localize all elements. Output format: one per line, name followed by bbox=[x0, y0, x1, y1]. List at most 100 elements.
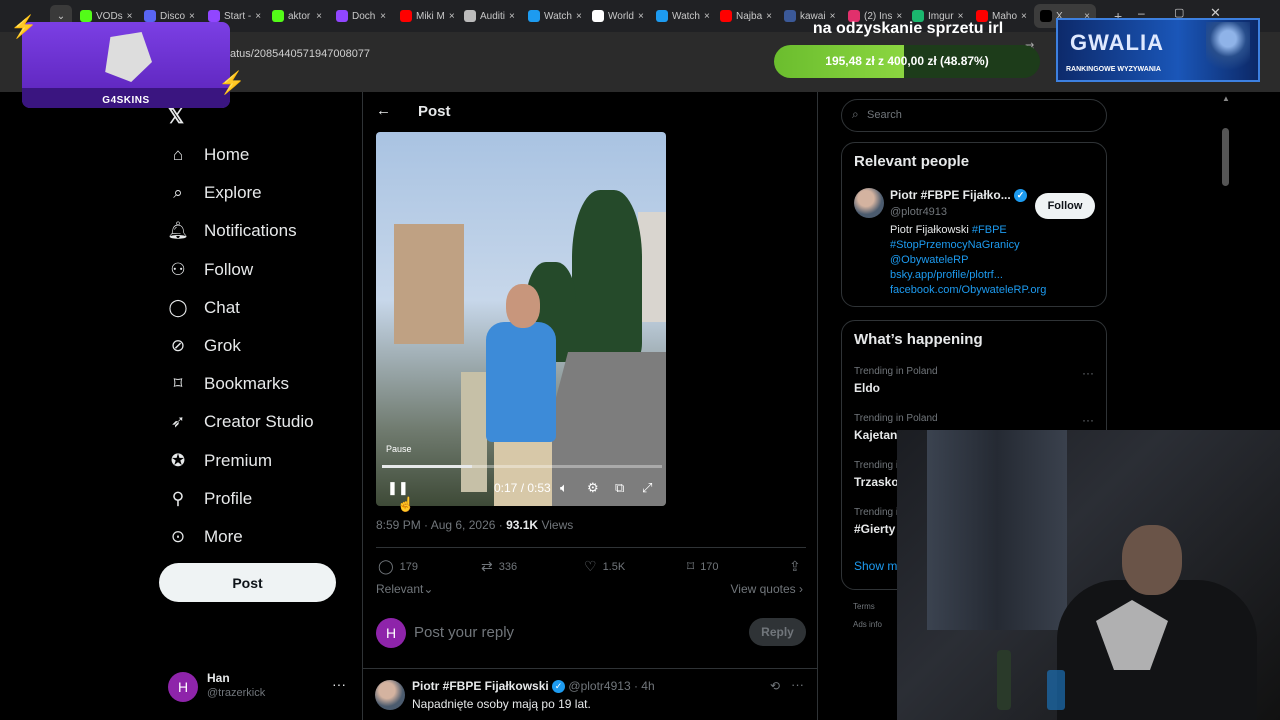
reply-tweet[interactable]: Piotr #FBPE Fijałkowski ✓ @plotr4913 · 4… bbox=[373, 677, 809, 718]
back-arrow-icon[interactable]: ← bbox=[376, 102, 391, 119]
browser-tab[interactable]: Watch × bbox=[650, 4, 712, 28]
fullscreen-icon[interactable]: ⤢ bbox=[642, 480, 652, 496]
browser-tab[interactable]: World × bbox=[586, 4, 648, 28]
more-dots-icon[interactable]: ··· bbox=[332, 676, 346, 692]
x-logo-icon[interactable]: 𝕏 bbox=[168, 104, 184, 129]
trend-name[interactable]: Eldo bbox=[854, 381, 880, 395]
nav-item-premium[interactable]: ✪ Premium bbox=[168, 448, 272, 474]
nav-item-explore[interactable]: ⌕ Explore bbox=[168, 180, 261, 206]
reply-author-avatar[interactable] bbox=[375, 680, 405, 710]
nav-item-more[interactable]: ⊙ More bbox=[168, 524, 243, 550]
tab-label: Watch bbox=[544, 10, 572, 22]
reply-button[interactable]: Reply bbox=[749, 618, 806, 646]
like-action[interactable]: ♡ 1.5K bbox=[584, 558, 625, 575]
tab-label: VODs bbox=[96, 10, 123, 22]
reply-author-handle: @plotr4913 · 4h bbox=[568, 679, 655, 693]
scrollbar-thumb[interactable] bbox=[1222, 128, 1229, 186]
nav-item-follow[interactable]: ⚇ Follow bbox=[168, 257, 253, 283]
share-icon[interactable]: ⇪ bbox=[789, 558, 801, 575]
tab-label: Disco bbox=[160, 10, 186, 22]
mouse-cursor-icon: ☝ bbox=[397, 496, 415, 512]
reply-sort-dropdown[interactable]: Relevant⌄ bbox=[376, 582, 433, 596]
nav-item-home[interactable]: ⌂ Home bbox=[168, 142, 250, 168]
more-dots-icon[interactable]: ··· bbox=[791, 677, 804, 692]
browser-tab[interactable]: Watch × bbox=[522, 4, 584, 28]
hashtag-link[interactable]: #StopPrzemocyNaGranicy bbox=[890, 239, 1020, 251]
bsky-link[interactable]: bsky.app/profile/plotrf... bbox=[890, 269, 1003, 281]
nav-item-chat[interactable]: ◯ Chat bbox=[168, 295, 239, 321]
hashtag-link[interactable]: #FBPE bbox=[972, 224, 1007, 236]
post-actions: ◯ 179 ⇄ 336 ♡ 1.5K ⌑ 170 ⇪ bbox=[376, 547, 806, 583]
tab-close-icon[interactable]: × bbox=[255, 11, 261, 22]
nav-item-profile[interactable]: ⚲ Profile bbox=[168, 486, 252, 512]
browser-tab[interactable]: aktor × bbox=[266, 4, 328, 28]
video-progress-bar[interactable] bbox=[382, 465, 662, 468]
post-button[interactable]: Post bbox=[159, 563, 336, 602]
settings-icon[interactable]: ⚙ bbox=[587, 480, 599, 496]
tab-close-icon[interactable]: × bbox=[380, 11, 386, 22]
view-quotes-label: View quotes bbox=[730, 582, 796, 596]
account-switcher[interactable]: H Han @trazerkick ··· bbox=[168, 670, 348, 704]
nav-item-bookmarks[interactable]: ⌑ Bookmarks bbox=[168, 371, 289, 397]
tab-close-icon[interactable]: × bbox=[127, 11, 133, 22]
search-icon: ⌕ bbox=[852, 107, 859, 121]
post-column: ← Post Pause ❚❚ 0:17 / 0:53 🔈︎ ⚙ ⧉ ⤢ ☝ 8… bbox=[362, 92, 818, 720]
post-header: ← Post bbox=[363, 92, 817, 132]
facebook-link[interactable]: facebook.com/ObywateleRP.org bbox=[890, 284, 1046, 296]
person-icon: ⚲ bbox=[171, 488, 185, 508]
tab-close-icon[interactable]: × bbox=[576, 11, 582, 22]
terms-link[interactable]: Terms bbox=[853, 602, 882, 611]
tab-close-icon[interactable]: × bbox=[509, 11, 515, 22]
video-progress-fill bbox=[382, 465, 472, 468]
url-field[interactable]: 913/status/2085440571947008077 bbox=[200, 40, 800, 68]
browser-tab[interactable]: Auditi × bbox=[458, 4, 520, 28]
browser-tab[interactable]: Doch × bbox=[330, 4, 392, 28]
post-timestamp[interactable]: 8:59 PM · Aug 6, 2026 · bbox=[376, 518, 506, 532]
grok-icon[interactable]: ⟲ bbox=[770, 679, 780, 693]
volume-icon[interactable]: 🔈︎ bbox=[560, 480, 568, 496]
bookmark-action[interactable]: ⌑ 170 bbox=[687, 558, 719, 575]
pause-icon[interactable]: ❚❚ bbox=[387, 480, 409, 496]
chevron-down-icon: ⌄ bbox=[423, 582, 434, 596]
trend-name[interactable]: #Gierty bbox=[854, 522, 895, 536]
show-more-link[interactable]: Show m bbox=[854, 559, 897, 573]
rocket-icon: ➶ bbox=[170, 412, 186, 432]
person-name[interactable]: Piotr #FBPE Fijałko... bbox=[890, 188, 1011, 202]
tab-close-icon[interactable]: × bbox=[704, 11, 710, 22]
webcam-person-head bbox=[1122, 525, 1182, 595]
follow-button[interactable]: Follow bbox=[1035, 193, 1095, 219]
browser-tab[interactable]: Miki M × bbox=[394, 4, 456, 28]
tab-close-icon[interactable]: × bbox=[449, 11, 455, 22]
reply-count: 179 bbox=[399, 560, 419, 573]
scroll-up-icon[interactable]: ▲ bbox=[1222, 94, 1230, 103]
reply-action[interactable]: ◯ 179 bbox=[378, 558, 418, 575]
search-input[interactable]: Search bbox=[867, 109, 902, 121]
nav-item-grok[interactable]: ⊘ Grok bbox=[168, 333, 241, 359]
nav-item-label: Bookmarks bbox=[204, 374, 290, 394]
ads-info-link[interactable]: Ads info bbox=[853, 620, 882, 629]
nav-item-notifications[interactable]: 🔔︎ Notifications bbox=[167, 218, 296, 244]
video-player[interactable]: Pause ❚❚ 0:17 / 0:53 🔈︎ ⚙ ⧉ ⤢ bbox=[376, 132, 666, 506]
more-dots-icon[interactable]: ··· bbox=[1082, 366, 1094, 380]
browser-tab[interactable]: Najba × bbox=[714, 4, 776, 28]
more-dots-icon[interactable]: ··· bbox=[1082, 413, 1094, 427]
tab-close-icon[interactable]: × bbox=[638, 11, 644, 22]
tab-favicon-icon bbox=[336, 10, 348, 22]
search-box[interactable]: ⌕ Search bbox=[841, 99, 1107, 132]
mention-link[interactable]: @ObywateleRP bbox=[890, 254, 968, 266]
bookmark-count: 170 bbox=[700, 560, 719, 573]
view-quotes-link[interactable]: View quotes › bbox=[731, 582, 804, 596]
tab-close-icon[interactable]: × bbox=[316, 11, 322, 22]
nav-item-creator-studio[interactable]: ➶ Creator Studio bbox=[168, 409, 314, 435]
reply-input[interactable]: Post your reply bbox=[414, 624, 514, 641]
repost-count: 336 bbox=[498, 560, 518, 573]
trend-name[interactable]: Kajetan bbox=[854, 428, 897, 442]
repost-action[interactable]: ⇄ 336 bbox=[481, 558, 517, 575]
reply-author-name[interactable]: Piotr #FBPE Fijałkowski bbox=[412, 679, 549, 693]
person-avatar[interactable] bbox=[854, 188, 884, 218]
g4skins-logo bbox=[105, 32, 152, 82]
spark-icon: ⚡ bbox=[10, 14, 38, 39]
pip-icon[interactable]: ⧉ bbox=[615, 480, 624, 496]
tab-close-icon[interactable]: × bbox=[766, 11, 772, 22]
tab-close-icon[interactable]: × bbox=[189, 11, 195, 22]
